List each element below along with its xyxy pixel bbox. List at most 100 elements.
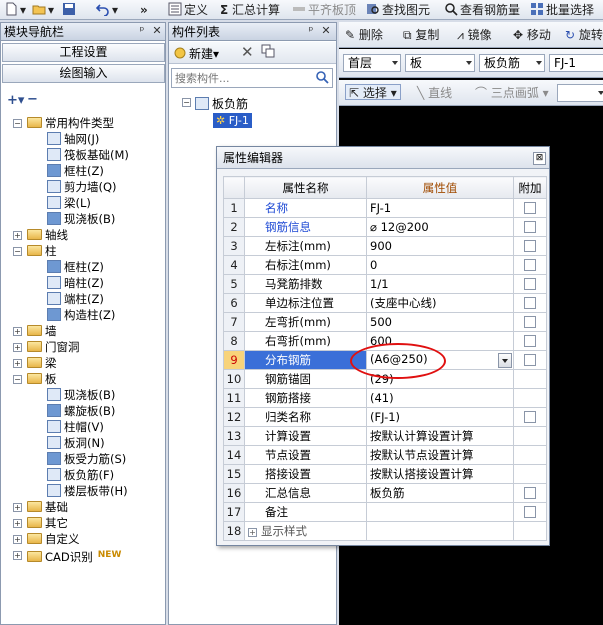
tree-folder[interactable]: 柱 [27,243,57,259]
copy-component-icon[interactable] [261,44,277,59]
drawing-input-button[interactable]: 绘图输入 [2,64,165,83]
tree-item[interactable]: 柱帽(V) [47,419,104,435]
property-row[interactable]: 13 计算设置 按默认计算设置计算 [223,426,547,446]
add-checkbox[interactable] [524,221,536,233]
subtype-select[interactable]: 板负筋 [479,54,545,72]
component-item-fj1[interactable]: ✲ FJ-1 [213,113,252,128]
dropdown-button[interactable] [498,353,512,368]
property-row[interactable]: 7 左弯折(mm) 500 [223,312,547,332]
level-plate-button[interactable]: 平齐板顶 [292,2,356,18]
arc-tool-button[interactable]: ⌒ 三点画弧 ▾ [475,85,549,101]
expand-icon[interactable]: + [13,503,22,512]
property-value[interactable]: FJ-1 [366,198,514,218]
tree-item[interactable]: 板受力筋(S) [47,451,126,467]
property-row[interactable]: 5 马凳筋排数 1/1 [223,274,547,294]
property-value[interactable]: ⌀ 12@200 [366,217,514,237]
property-row[interactable]: 6 单边标注位置 (支座中心线) [223,293,547,313]
mode-select[interactable] [557,84,603,102]
tree-item[interactable]: 现浇板(B) [47,387,115,403]
add-checkbox[interactable] [524,354,536,366]
expand-icon[interactable]: + [248,528,257,537]
add-checkbox[interactable] [524,259,536,271]
tree-item[interactable]: 板负筋(F) [47,467,114,483]
expand-icon[interactable]: + [13,551,22,560]
view-rebar-button[interactable]: 查看钢筋量 [444,2,520,18]
expand-icon[interactable]: + [13,359,22,368]
add-checkbox[interactable] [524,335,536,347]
property-value[interactable]: (41) [366,388,514,408]
tree-folder[interactable]: 常用构件类型 [27,115,114,131]
collapse-icon[interactable]: − [13,247,22,256]
collapse-icon[interactable]: − [13,375,22,384]
property-value[interactable] [366,521,514,541]
tree-folder[interactable]: 自定义 [27,531,80,547]
open-folder-icon[interactable]: ▾ [32,2,54,18]
tree-folder[interactable]: 其它 [27,515,68,531]
type-select[interactable]: 板 [405,54,475,72]
delete-x-icon[interactable]: ✕ [241,43,254,61]
close-icon[interactable]: ✕ [319,24,333,38]
property-row[interactable]: 12 归类名称 (FJ-1) [223,407,547,427]
expand-icon[interactable]: + [13,327,22,336]
add-checkbox[interactable] [524,240,536,252]
tree-item[interactable]: 剪力墙(Q) [47,179,117,195]
rotate-button[interactable]: ↻ 旋转 [565,27,603,43]
tree-folder[interactable]: 板 [27,371,57,387]
add-checkbox[interactable] [524,278,536,290]
property-value[interactable]: 按默认搭接设置计算 [366,464,514,484]
tree-folder[interactable]: CAD识别 NEW [27,547,121,564]
tree-item[interactable]: 框柱(Z) [47,163,104,179]
tree-item[interactable]: 框柱(Z) [47,259,104,275]
tree-item[interactable]: 暗柱(Z) [47,275,104,291]
tree-item[interactable]: 楼层板带(H) [47,483,128,499]
close-icon[interactable]: ✕ [150,24,164,38]
copy-button[interactable]: ⧉ 复制 [403,27,439,43]
property-value[interactable]: (支座中心线) [366,293,514,313]
add-checkbox[interactable] [524,202,536,214]
tree-folder[interactable]: 梁 [27,355,57,371]
tree-item[interactable]: 板洞(N) [47,435,105,451]
tree-item[interactable]: 轴网(J) [47,131,99,147]
search-icon[interactable] [315,70,329,87]
tree-item[interactable]: 构造柱(Z) [47,307,115,323]
tree-item[interactable]: 螺旋板(B) [47,403,115,419]
tree-item[interactable]: 筏板基础(M) [47,147,129,163]
move-button[interactable]: ✥ 移动 [513,27,551,43]
collapse-all-icon[interactable]: − [27,92,38,107]
delete-button[interactable]: ✎ 删除 [345,27,383,43]
collapse-icon[interactable]: − [182,98,191,107]
property-row[interactable]: 3 左标注(mm) 900 [223,236,547,256]
expand-icon[interactable]: + [13,519,22,528]
property-value[interactable]: 900 [366,236,514,256]
collapse-icon[interactable]: − [13,119,22,128]
pin-icon[interactable]: ᵖ [135,24,149,38]
define-button[interactable]: 定义 [168,2,208,18]
property-value[interactable]: 1/1 [366,274,514,294]
property-row[interactable]: 2 钢筋信息 ⌀ 12@200 [223,217,547,237]
undo-icon[interactable]: ▾ [96,2,118,18]
property-row[interactable]: 14 节点设置 按默认节点设置计算 [223,445,547,465]
property-row[interactable]: 15 搭接设置 按默认搭接设置计算 [223,464,547,484]
floor-select[interactable]: 首层 [343,54,401,72]
property-row[interactable]: 1 名称 FJ-1 [223,198,547,218]
tree-folder[interactable]: 墙 [27,323,57,339]
line-tool-button[interactable]: ╲ 直线 [417,85,452,101]
expand-all-icon[interactable]: +▾ [7,93,24,108]
tree-item[interactable]: 梁(L) [47,195,91,211]
tree-item[interactable]: 端柱(Z) [47,291,104,307]
find-element-button[interactable]: 查找图元 [366,2,430,18]
project-settings-button[interactable]: 工程设置 [2,43,165,62]
property-row[interactable]: 11 钢筋搭接 (41) [223,388,547,408]
batch-select-button[interactable]: 批量选择 [530,2,594,18]
new-component-button[interactable]: 新建▾ [173,45,219,62]
property-row[interactable]: 18 + 显示样式 [223,521,547,541]
tree-folder[interactable]: 轴线 [27,227,68,243]
expand-icon[interactable]: + [13,343,22,352]
property-row[interactable]: 4 右标注(mm) 0 [223,255,547,275]
tree-folder[interactable]: 基础 [27,499,68,515]
expand-icon[interactable]: + [13,231,22,240]
property-value[interactable]: 500 [366,312,514,332]
add-checkbox[interactable] [524,316,536,328]
tree-item[interactable]: 现浇板(B) [47,211,115,227]
add-checkbox[interactable] [524,297,536,309]
